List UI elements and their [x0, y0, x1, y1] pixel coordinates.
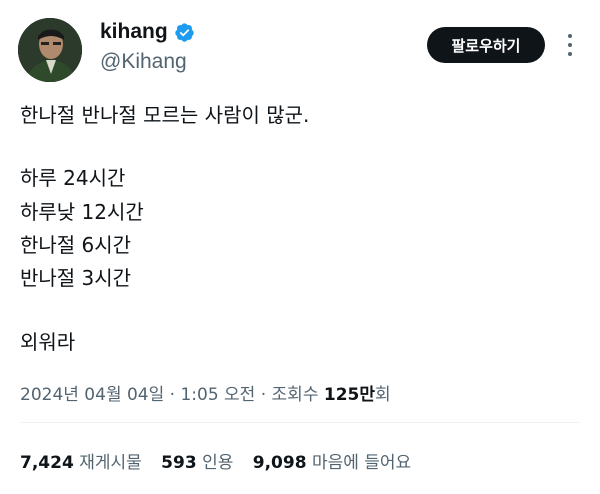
view-count: 125만 — [323, 385, 376, 405]
tweet-line: 하루 24시간 — [20, 166, 126, 190]
like-count[interactable]: 9,098 — [253, 453, 307, 473]
quote-label[interactable]: 인용 — [202, 453, 233, 473]
tweet-line: 한나절 반나절 모르는 사람이 많군. — [20, 103, 310, 127]
avatar[interactable] — [18, 18, 82, 82]
avatar-image — [18, 18, 82, 82]
retweet-count[interactable]: 7,424 — [20, 453, 74, 473]
more-vertical-icon[interactable] — [560, 30, 580, 60]
view-suffix: 회 — [375, 385, 391, 405]
tweet-line: 한나절 6시간 — [20, 233, 132, 257]
divider — [20, 422, 580, 423]
tweet-stats: 7,424 재게시물 593 인용 9,098 마음에 들어요 — [20, 448, 425, 473]
display-name[interactable]: kihang — [100, 20, 195, 44]
quote-count[interactable]: 593 — [161, 453, 197, 473]
handle[interactable]: @Kihang — [100, 50, 187, 74]
verified-badge-icon — [175, 22, 194, 42]
display-name-text: kihang — [100, 20, 168, 43]
tweet-timestamp[interactable]: 2024년 04월 04일 · 1:05 오전 · 조회수 — [20, 385, 324, 405]
tweet-meta: 2024년 04월 04일 · 1:05 오전 · 조회수 125만회 — [20, 380, 391, 405]
retweet-label[interactable]: 재게시물 — [79, 453, 142, 473]
tweet-line: 반나절 3시간 — [20, 266, 132, 290]
tweet-line: 하루낮 12시간 — [20, 200, 144, 224]
follow-button[interactable]: 팔로우하기 — [427, 27, 545, 63]
like-label[interactable]: 마음에 들어요 — [312, 453, 411, 473]
tweet-line: 외워라 — [20, 330, 76, 354]
